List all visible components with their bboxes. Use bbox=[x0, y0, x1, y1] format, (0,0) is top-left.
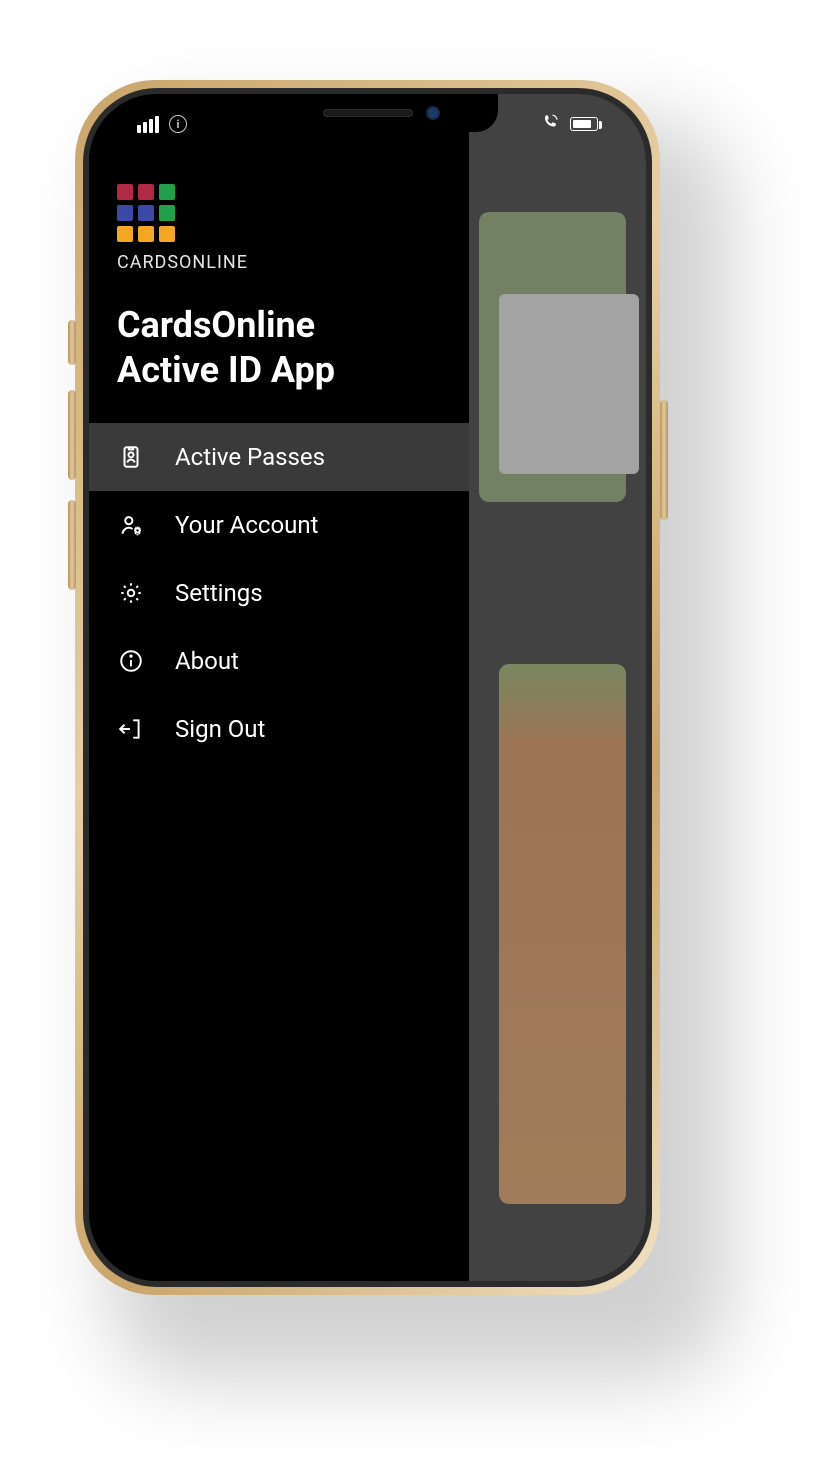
menu-item-label: Settings bbox=[175, 579, 263, 607]
volume-up-button bbox=[68, 390, 76, 480]
id-badge-icon bbox=[117, 443, 145, 471]
notch bbox=[238, 94, 498, 132]
menu-item-settings[interactable]: Settings bbox=[89, 559, 469, 627]
menu-item-active-passes[interactable]: Active Passes bbox=[89, 423, 469, 491]
navigation-drawer: CARDSONLINE CardsOnline Active ID App Ac… bbox=[89, 94, 469, 1281]
menu-item-label: Your Account bbox=[175, 511, 318, 539]
info-icon bbox=[117, 647, 145, 675]
phone-frame: i bbox=[75, 80, 660, 1295]
call-status-icon bbox=[542, 113, 560, 135]
menu-item-label: About bbox=[175, 647, 239, 675]
screen: i bbox=[89, 94, 646, 1281]
drawer-title: CardsOnline Active ID App bbox=[89, 291, 469, 423]
power-button bbox=[660, 400, 668, 520]
info-status-icon: i bbox=[169, 115, 187, 133]
brand-name: CARDSONLINE bbox=[117, 252, 441, 273]
menu-item-sign-out[interactable]: Sign Out bbox=[89, 695, 469, 763]
menu-item-label: Sign Out bbox=[175, 715, 265, 743]
menu-item-your-account[interactable]: Your Account bbox=[89, 491, 469, 559]
user-gear-icon bbox=[117, 511, 145, 539]
drawer-menu: Active Passes Your Account Settings bbox=[89, 423, 469, 763]
menu-item-label: Active Passes bbox=[175, 443, 325, 471]
menu-item-about[interactable]: About bbox=[89, 627, 469, 695]
signal-icon bbox=[137, 116, 159, 133]
brand-block: CARDSONLINE bbox=[89, 184, 469, 291]
gear-icon bbox=[117, 579, 145, 607]
sign-out-icon bbox=[117, 715, 145, 743]
volume-down-button bbox=[68, 500, 76, 590]
drawer-scrim[interactable] bbox=[469, 94, 646, 1281]
mute-switch bbox=[68, 320, 76, 365]
brand-logo-icon bbox=[117, 184, 441, 242]
battery-icon bbox=[570, 117, 598, 131]
